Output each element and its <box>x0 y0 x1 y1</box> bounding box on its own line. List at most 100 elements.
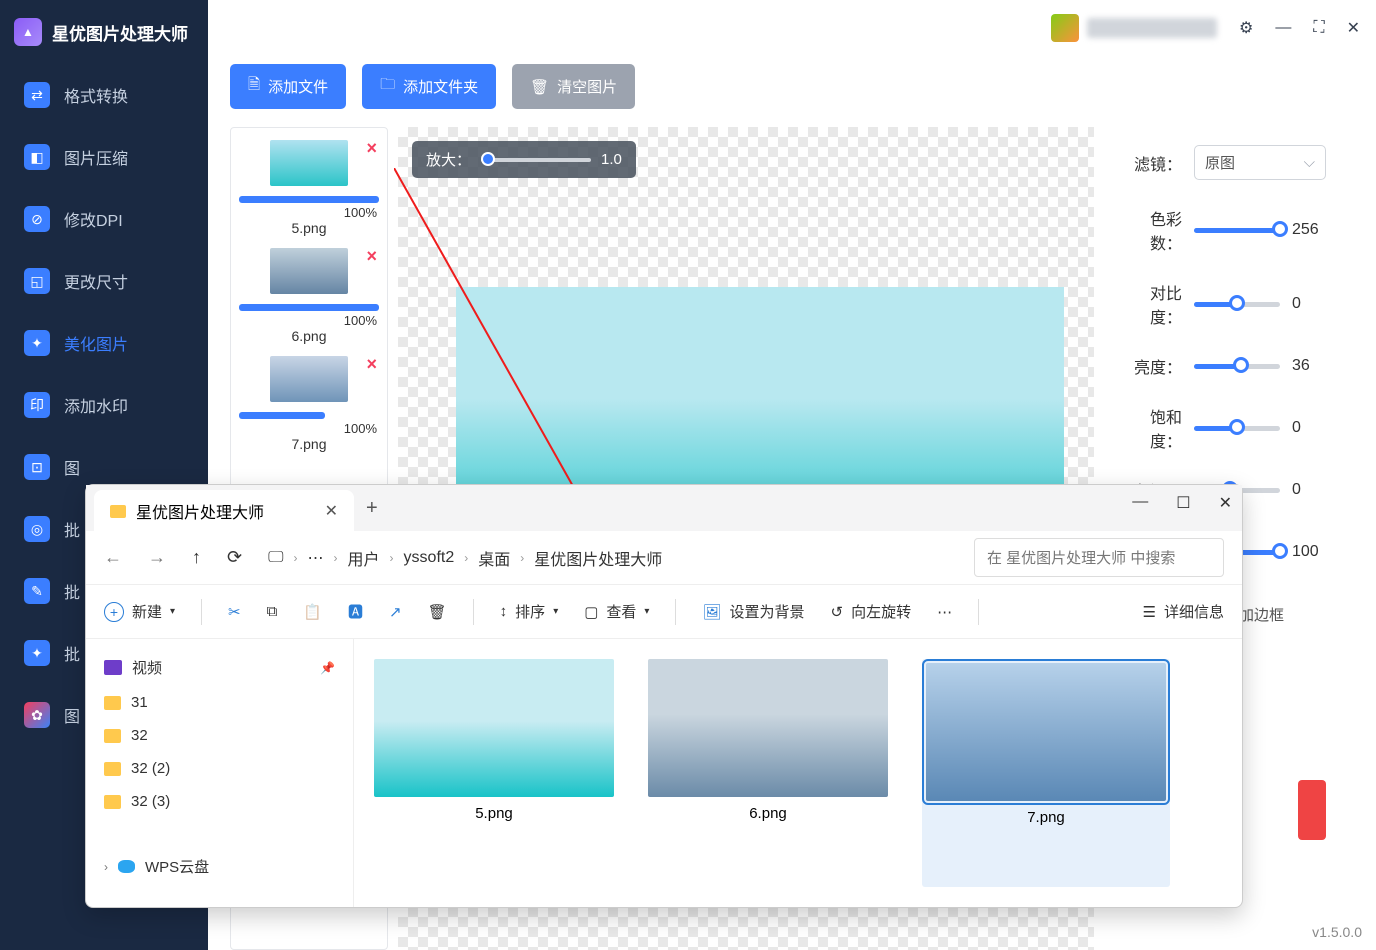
plus-icon: + <box>104 602 124 622</box>
breadcrumb[interactable]: 🖵› ⋯› 用户› yssoft2› 桌面› 星优图片处理大师 <box>268 546 948 570</box>
remove-file-icon[interactable]: × <box>366 354 377 375</box>
file-item[interactable]: × 100% 5.png <box>237 134 381 242</box>
settings-icon[interactable]: ⚙ <box>1239 18 1253 38</box>
close-icon[interactable]: ✕ <box>1347 18 1360 38</box>
side-item[interactable]: 32 <box>86 719 353 752</box>
folder-icon <box>104 762 121 776</box>
maximize-icon[interactable]: ⛶ <box>1313 19 1324 37</box>
file-item[interactable]: × 100% 7.png <box>237 350 381 458</box>
explorer-files: 5.png 6.png 7.png <box>354 639 1242 907</box>
tab-close-icon[interactable]: ✕ <box>325 501 338 521</box>
share-icon[interactable]: ↗ <box>389 603 402 621</box>
minimize-icon[interactable]: — <box>1132 493 1148 513</box>
new-button[interactable]: +新建▾ <box>104 601 175 622</box>
clear-button[interactable]: 🗑清空图片 <box>512 64 635 109</box>
video-icon <box>104 660 122 675</box>
file-explorer-window: 星优图片处理大师 ✕ + — ☐ ✕ ← → ↑ ⟳ 🖵› ⋯› 用户› yss… <box>85 484 1243 908</box>
explorer-toolbar: +新建▾ ✂ ⧉ 📋 🅰 ↗ 🗑 ↕ 排序 ▾ ▢ 查看 ▾ 🖼 设置为背景 ↺… <box>86 585 1242 639</box>
app-title: 星优图片处理大师 <box>52 20 188 45</box>
progress-bar <box>239 196 379 203</box>
app-logo: 星优图片处理大师 <box>0 0 208 64</box>
saturation-slider[interactable] <box>1194 426 1280 431</box>
up-icon[interactable]: ↑ <box>192 547 201 568</box>
copy-icon[interactable]: ⧉ <box>267 603 278 620</box>
progress-pct: 100% <box>237 205 381 220</box>
remove-file-icon[interactable]: × <box>366 246 377 267</box>
pin-icon: 📌 <box>320 661 335 675</box>
forward-icon[interactable]: → <box>148 547 166 568</box>
file-icon: 🗎 <box>248 74 260 99</box>
side-item[interactable]: 32 (3) <box>86 785 353 818</box>
explorer-tab[interactable]: 星优图片处理大师 ✕ <box>94 490 354 532</box>
slider-row: 亮度：36 <box>1122 354 1326 378</box>
side-item[interactable]: 31 <box>86 686 353 719</box>
zoom-control[interactable]: 放大： 1.0 <box>412 141 636 178</box>
minimize-icon[interactable]: — <box>1275 19 1291 37</box>
brightness-slider[interactable] <box>1194 364 1280 369</box>
set-bg-button[interactable]: 🖼 设置为背景 <box>702 601 804 622</box>
file-item[interactable]: 5.png <box>374 659 614 887</box>
username <box>1087 18 1217 38</box>
contrast-slider[interactable] <box>1194 302 1280 307</box>
filter-select[interactable]: 原图 <box>1194 145 1326 180</box>
thumbnail <box>374 659 614 797</box>
chevron-down-icon <box>1304 154 1315 171</box>
cut-icon[interactable]: ✂ <box>228 603 241 621</box>
sidebar-item-format[interactable]: ⇄格式转换 <box>0 64 208 126</box>
sidebar-item-resize[interactable]: ◱更改尺寸 <box>0 250 208 312</box>
file-item[interactable]: × 100% 6.png <box>237 242 381 350</box>
annotation-box <box>1298 780 1326 840</box>
more-icon[interactable]: ⋯ <box>937 603 952 621</box>
slider-handle[interactable] <box>481 152 495 166</box>
sidebar-item-watermark[interactable]: 印添加水印 <box>0 374 208 436</box>
titlebar: ⚙ — ⛶ ✕ <box>208 0 1376 56</box>
color-slider[interactable] <box>1194 228 1280 233</box>
zoom-slider[interactable] <box>481 158 591 162</box>
toolbar: 🗎添加文件 🗀添加文件夹 🗑清空图片 <box>208 56 1376 127</box>
sort-button[interactable]: ↕ 排序 ▾ <box>500 601 559 622</box>
explorer-tabs: 星优图片处理大师 ✕ + — ☐ ✕ <box>86 485 1242 531</box>
chevron-right-icon: › <box>104 860 108 874</box>
maximize-icon[interactable]: ☐ <box>1176 493 1190 513</box>
slider-row: 对比度：0 <box>1122 280 1326 328</box>
delete-icon[interactable]: 🗑 <box>428 603 447 621</box>
filter-label: 滤镜： <box>1122 151 1182 175</box>
side-item[interactable]: ›WPS云盘 <box>86 848 353 885</box>
side-item[interactable]: 32 (2) <box>86 752 353 785</box>
back-icon[interactable]: ← <box>104 547 122 568</box>
rotate-button[interactable]: ↺ 向左旋转 <box>831 601 912 622</box>
thumbnail <box>270 248 348 294</box>
file-name: 6.png <box>237 328 381 344</box>
version-label: v1.5.0.0 <box>1312 924 1362 940</box>
sidebar-item-compress[interactable]: ◧图片压缩 <box>0 126 208 188</box>
close-icon[interactable]: ✕ <box>1219 493 1232 513</box>
side-item[interactable]: 视频📌 <box>86 649 353 686</box>
new-tab-button[interactable]: + <box>366 497 378 520</box>
slider-row: 饱和度：0 <box>1122 404 1326 452</box>
add-file-button[interactable]: 🗎添加文件 <box>230 64 346 109</box>
avatar <box>1051 14 1079 42</box>
sidebar-item-dpi[interactable]: ⊘修改DPI <box>0 188 208 250</box>
monitor-icon: 🖵 <box>268 549 283 567</box>
file-item[interactable]: 6.png <box>648 659 888 887</box>
user-info[interactable] <box>1051 14 1217 42</box>
add-folder-button[interactable]: 🗀添加文件夹 <box>362 64 496 109</box>
rename-icon[interactable]: 🅰 <box>348 601 363 622</box>
folder-icon <box>104 795 121 809</box>
more-icon[interactable]: ⋯ <box>308 548 324 568</box>
refresh-icon[interactable]: ⟳ <box>227 547 242 568</box>
sidebar-item-beautify[interactable]: ✦美化图片 <box>0 312 208 374</box>
progress-bar <box>239 304 379 311</box>
view-button[interactable]: ▢ 查看 ▾ <box>584 601 649 622</box>
dpi-icon: ⊘ <box>24 206 50 232</box>
explorer-sidebar: 视频📌 31 32 32 (2) 32 (3) ›WPS云盘 <box>86 639 354 907</box>
file-name: 5.png <box>237 220 381 236</box>
thumbnail <box>270 140 348 186</box>
remove-file-icon[interactable]: × <box>366 138 377 159</box>
search-input[interactable]: 在 星优图片处理大师 中搜索 <box>974 538 1224 577</box>
file-item[interactable]: 7.png <box>922 659 1170 887</box>
thumbnail <box>926 663 1166 801</box>
folder-icon <box>104 696 121 710</box>
details-button[interactable]: ☰ 详细信息 <box>1143 601 1224 622</box>
folder-icon: 🗀 <box>380 74 395 99</box>
